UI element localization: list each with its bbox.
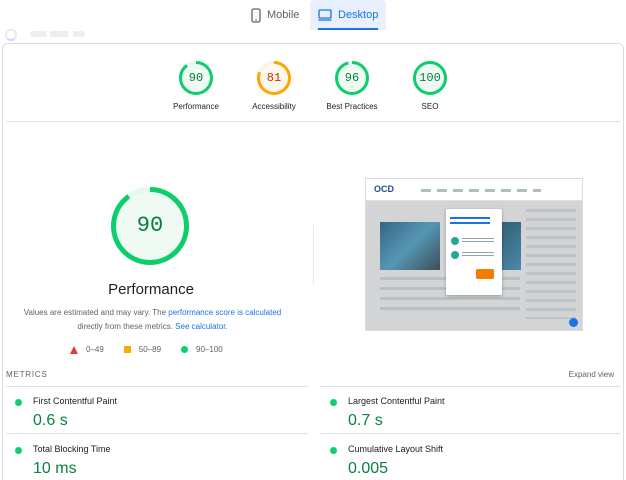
green-circle-icon (15, 447, 22, 454)
gauge-seo[interactable]: 100 SEO (390, 61, 470, 111)
popup-line (462, 238, 494, 244)
divider (320, 433, 620, 434)
metric-value: 0.7 s (348, 412, 383, 429)
desktop-monitor-icon (318, 9, 332, 21)
scrolled-content-hint (0, 29, 626, 41)
vertical-separator (313, 225, 314, 285)
faded-text (30, 31, 85, 37)
metric-name: Largest Contentful Paint (348, 396, 445, 406)
green-circle-icon (15, 399, 22, 406)
gauge-ring: 90 (179, 61, 213, 95)
metric-name: Total Blocking Time (33, 444, 111, 454)
tab-mobile[interactable]: Mobile (243, 0, 307, 30)
legend-pass: 90–100 (181, 345, 223, 354)
score-legend: 0–49 50–89 90–100 (70, 345, 223, 354)
gauge-score: 100 (419, 71, 441, 85)
expand-view-button[interactable]: Expand view (569, 370, 614, 379)
site-nav (421, 189, 541, 192)
popup-line (462, 252, 494, 258)
legend-fail: 0–49 (70, 345, 104, 354)
gauge-label: SEO (421, 102, 439, 111)
popup-title (450, 217, 490, 227)
legend-average: 50–89 (123, 345, 162, 354)
tab-desktop-label: Desktop (338, 9, 379, 21)
score-calculation-link[interactable]: performance score is calculated (168, 308, 281, 317)
gauge-performance[interactable]: 90 Performance (156, 61, 236, 111)
see-calculator-link[interactable]: See calculator. (175, 322, 227, 331)
metrics-heading: METRICS (6, 370, 48, 379)
gauge-label: Best Practices (326, 102, 378, 111)
divider (6, 121, 620, 122)
orange-square-icon (123, 346, 131, 353)
gauge-score: 90 (188, 71, 204, 85)
legend-label: 0–49 (86, 345, 104, 354)
gauge-accessibility[interactable]: 81 Accessibility (234, 61, 314, 111)
gauge-label: Accessibility (252, 102, 296, 111)
spinner-icon (5, 29, 17, 41)
divider (6, 386, 308, 387)
metric-name: Cumulative Layout Shift (348, 444, 444, 454)
mobile-phone-icon (251, 7, 261, 23)
chat-icon (569, 318, 578, 327)
performance-title: Performance (108, 281, 194, 298)
green-circle-icon (181, 346, 189, 353)
gauge-label: Performance (173, 102, 219, 111)
promo-popup (446, 209, 502, 295)
green-circle-icon (330, 447, 337, 454)
performance-description: Values are estimated and may vary. The p… (20, 306, 285, 334)
site-logo: OCD (374, 184, 394, 194)
performance-gauge-large: 90 (111, 187, 189, 265)
metric-name: First Contentful Paint (33, 396, 118, 406)
check-icon (451, 237, 459, 245)
gauge-ring: 81 (257, 61, 291, 95)
metric-value: 10 ms (33, 460, 77, 477)
device-tabs: Mobile Desktop (0, 0, 626, 30)
page-screenshot-thumbnail[interactable]: OCD (365, 178, 583, 331)
popup-button (476, 269, 494, 279)
green-circle-icon (330, 399, 337, 406)
site-header: OCD (366, 179, 582, 201)
legend-label: 50–89 (138, 345, 162, 354)
performance-score: 90 (136, 213, 164, 238)
gauge-score: 96 (344, 71, 360, 85)
divider (320, 386, 620, 387)
desc-text: Values are estimated and may vary. The (23, 308, 169, 317)
legend-label: 90–100 (196, 345, 223, 354)
divider (6, 433, 308, 434)
desc-text: directly from these metrics. (77, 322, 176, 331)
check-icon (451, 251, 459, 259)
gauge-best-practices[interactable]: 96 Best Practices (312, 61, 392, 111)
metric-value: 0.6 s (33, 412, 68, 429)
red-triangle-icon (70, 345, 78, 354)
tab-desktop[interactable]: Desktop (310, 0, 386, 30)
tab-mobile-label: Mobile (267, 9, 300, 21)
gauge-ring: 100 (413, 61, 447, 95)
metric-value: 0.005 (348, 460, 389, 477)
gauge-score: 81 (266, 71, 282, 85)
gauge-ring: 96 (335, 61, 369, 95)
